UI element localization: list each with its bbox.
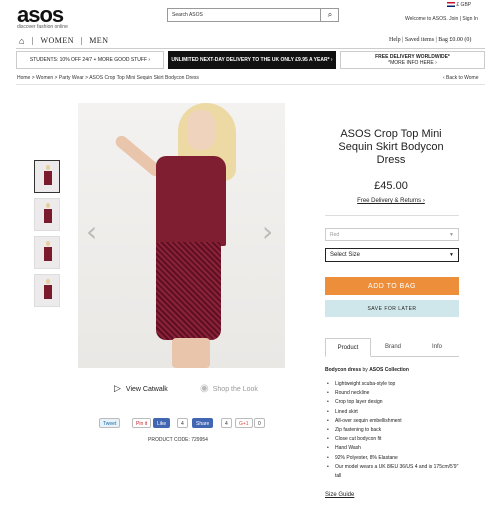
list-item: 92% Polyester, 8% Elastane [325, 454, 460, 463]
gplus-button[interactable]: G+1 [235, 418, 253, 428]
share-button[interactable]: Share [192, 418, 214, 428]
divider [16, 84, 485, 85]
thumbnail-figure [44, 241, 52, 267]
list-item: Lightweight scuba-style top [325, 380, 460, 389]
play-icon: ▷ [114, 383, 121, 393]
colour-select[interactable]: Red ▼ [325, 228, 459, 241]
tab-brand[interactable]: Brand [371, 338, 415, 356]
uk-flag-icon [447, 2, 455, 8]
next-day-banner[interactable]: UNLIMITED NEXT-DAY DELIVERY TO THE UK ON… [168, 51, 336, 69]
thumbnail-figure [44, 165, 52, 191]
product-code: PRODUCT CODE: 729954 [148, 437, 208, 443]
list-item: Close cut bodycon fit [325, 435, 460, 444]
breadcrumb[interactable]: Home > Women > Party Wear > ASOS Crop To… [17, 75, 199, 81]
bag-link[interactable]: Bag £0.00 (0) [438, 37, 471, 43]
model-face [187, 110, 215, 150]
product-details-list: Lightweight scuba-style top Round neckli… [325, 380, 460, 481]
tweet-button[interactable]: Tweet [99, 418, 121, 428]
size-select[interactable]: Select Size ▼ [325, 248, 459, 262]
students-banner[interactable]: STUDENTS: 10% OFF 24/7 + MORE GOOD STUFF… [16, 51, 164, 69]
thumbnail-4[interactable] [34, 274, 60, 307]
nav-men[interactable]: MEN [89, 36, 108, 45]
prev-image-icon[interactable]: ‹ [86, 215, 97, 248]
tab-product[interactable]: Product [325, 338, 371, 357]
free-delivery-link[interactable]: Free Delivery & Returns › [331, 198, 451, 204]
nav-divider: | [80, 36, 83, 45]
shop-the-look-button[interactable]: ◉ Shop the Look [200, 383, 258, 394]
list-item: Hand Wash [325, 444, 460, 453]
share-count: 4 [221, 418, 232, 428]
add-to-bag-button[interactable]: ADD TO BAG [325, 277, 459, 295]
eye-icon: ◉ [200, 383, 209, 394]
product-price: £45.00 [374, 180, 408, 192]
product-title: ASOS Crop Top Mini Sequin Skirt Bodycon … [338, 128, 444, 166]
list-item: Our model wears a UK 8/EU 36/US 4 and is… [325, 463, 460, 481]
tagline: discover fashion online [17, 24, 68, 30]
view-catwalk-button[interactable]: ▷ View Catwalk [114, 383, 168, 394]
chevron-down-icon: ▼ [449, 232, 454, 238]
brand-link[interactable]: ASOS Collection [369, 367, 409, 373]
description-by: by [361, 367, 370, 373]
pin-button[interactable]: Pin it [132, 418, 152, 428]
welcome-text[interactable]: Welcome to ASOS. Join | Sign In [405, 16, 478, 22]
model-sequin-skirt [156, 242, 221, 340]
home-icon[interactable]: ⌂ [19, 36, 24, 46]
save-for-later-button[interactable]: SAVE FOR LATER [325, 300, 459, 317]
size-guide-link[interactable]: Size Guide [325, 492, 354, 498]
list-item: Zip fastening to back [325, 426, 460, 435]
free-delivery-sub: *MORE INFO HERE › [388, 60, 437, 66]
main-nav: | WOMEN | MEN [32, 36, 112, 45]
back-link[interactable]: ‹ Back to Wome [443, 75, 478, 81]
nav-women[interactable]: WOMEN [40, 36, 74, 45]
list-item: All-over sequin embellishment [325, 417, 460, 426]
currency-label: £ GBP [456, 2, 472, 8]
search-input[interactable]: Search ASOS [167, 8, 339, 22]
free-delivery-banner[interactable]: FREE DELIVERY WORLDWIDE* *MORE INFO HERE… [340, 51, 485, 69]
colour-value: Red [330, 232, 340, 238]
size-value: Select Size [330, 252, 361, 258]
thumbnail-1[interactable] [34, 160, 60, 193]
product-tabs: Product Brand Info [325, 338, 459, 357]
divider [16, 48, 485, 49]
search-icon[interactable]: ⌕ [320, 8, 339, 22]
description-heading: Bodycon dress by ASOS Collection [325, 367, 409, 373]
next-image-icon[interactable]: › [262, 215, 273, 248]
help-link[interactable]: Help [389, 37, 401, 43]
utility-links: Help | Saved items | Bag £0.00 (0) [389, 37, 472, 43]
thumbnail-3[interactable] [34, 236, 60, 269]
divider [325, 215, 459, 216]
list-item: Lined skirt [325, 408, 460, 417]
gplus-count: 0 [254, 418, 265, 428]
thumbnail-figure [44, 279, 52, 305]
list-item: Crop top layer design [325, 398, 460, 407]
tab-info[interactable]: Info [415, 338, 459, 356]
list-item: Round neckline [325, 389, 460, 398]
currency-selector[interactable]: £ GBP [447, 2, 471, 8]
thumbnail-2[interactable] [34, 198, 60, 231]
model-legs [172, 338, 210, 368]
model-crop-top [156, 156, 226, 246]
like-count: 4 [177, 418, 188, 428]
chevron-down-icon: ▼ [449, 252, 454, 258]
description-lead: Bodycon dress [325, 367, 362, 373]
like-button[interactable]: Like [153, 418, 171, 428]
shop-the-look-label: Shop the Look [212, 386, 258, 393]
thumbnail-figure [44, 203, 52, 229]
view-catwalk-label: View Catwalk [125, 386, 168, 393]
saved-items-link[interactable]: Saved items [405, 37, 434, 43]
nav-divider: | [32, 36, 35, 45]
